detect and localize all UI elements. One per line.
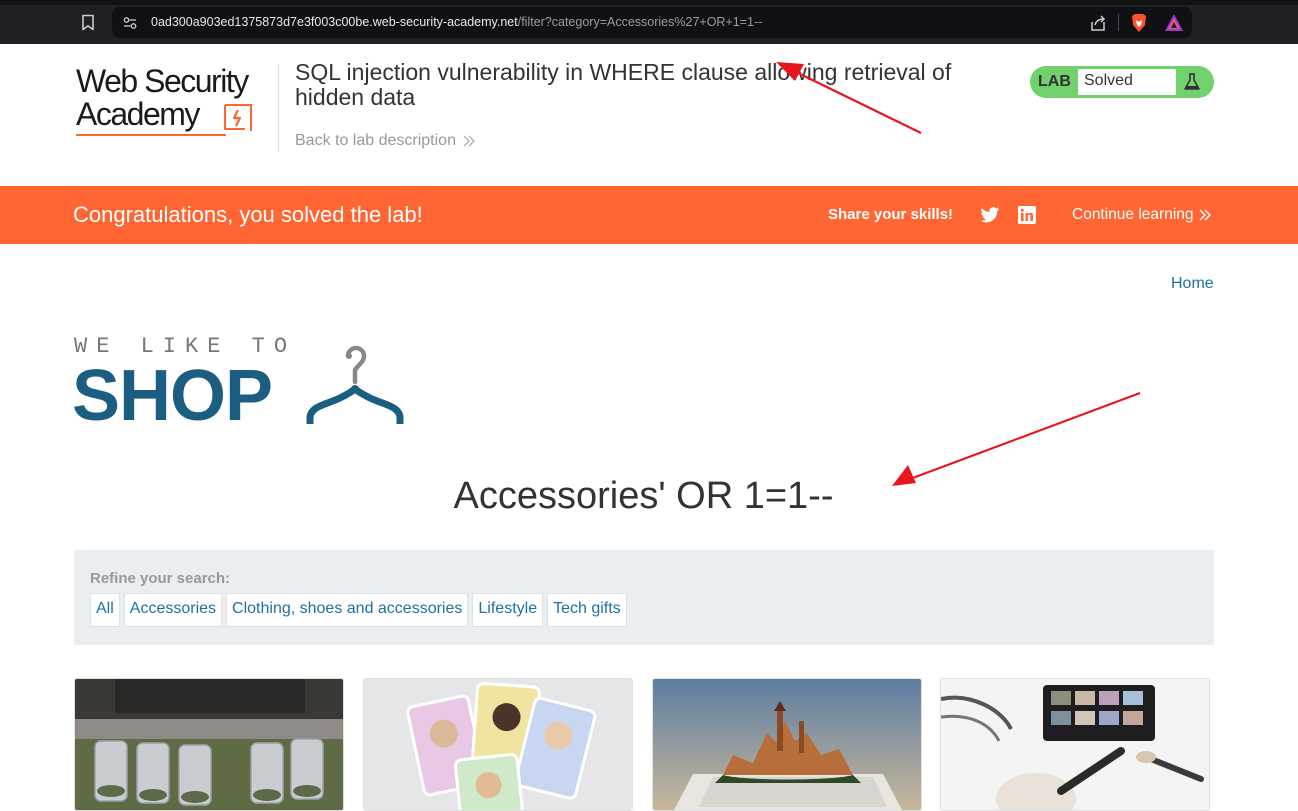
shop-logo[interactable]: WE LIKE TO SHOP: [72, 334, 434, 436]
category-filter-accessories[interactable]: Accessories: [123, 593, 223, 627]
filter-panel: Refine your search: All Accessories Clot…: [74, 550, 1214, 645]
share-skills-label: Share your skills!: [828, 206, 954, 223]
bookmark-icon[interactable]: [78, 12, 98, 32]
category-filter-lifestyle[interactable]: Lifestyle: [472, 593, 544, 627]
twitter-icon[interactable]: [980, 206, 1000, 224]
brave-rewards-icon[interactable]: [1164, 13, 1184, 32]
continue-learning-label: Continue learning: [1072, 206, 1194, 223]
annotation-arrow-heading: [892, 391, 1141, 486]
share-icon[interactable]: [1089, 14, 1107, 32]
tab-strip-edge: [0, 0, 1298, 5]
banner-title: Congratulations, you solved the lab!: [73, 202, 423, 227]
toolbar-divider: [1118, 14, 1119, 31]
double-chevron-right-icon: [1199, 209, 1211, 221]
double-chevron-right-icon: [463, 135, 475, 147]
shop-logo-word: SHOP: [72, 356, 273, 436]
back-to-description-link[interactable]: Back to lab description: [295, 132, 476, 150]
header-divider: [278, 64, 279, 152]
url-path: /filter?category=Accessories%27+OR+1=1--: [517, 15, 763, 29]
product-image-castle-phone[interactable]: [652, 678, 922, 811]
academy-logo[interactable]: Web Security Academy: [76, 64, 276, 140]
address-bar[interactable]: 0ad300a903ed1375873d7e3f003c00be.web-sec…: [112, 7, 1192, 38]
category-filter-tech-gifts[interactable]: Tech gifts: [547, 593, 627, 627]
url-text[interactable]: 0ad300a903ed1375873d7e3f003c00be.web-sec…: [151, 15, 762, 29]
category-filter-all[interactable]: All: [90, 593, 120, 627]
brave-shields-icon[interactable]: [1130, 13, 1148, 33]
academy-header: Web Security Academy SQL injection vulne…: [0, 44, 1298, 186]
lab-status-value: Solved: [1078, 69, 1176, 95]
product-grid: [74, 678, 1214, 811]
lab-title: SQL injection vulnerability in WHERE cla…: [295, 59, 952, 110]
browser-toolbar: 0ad300a903ed1375873d7e3f003c00be.web-sec…: [0, 0, 1298, 44]
category-filter-clothing[interactable]: Clothing, shoes and accessories: [226, 593, 469, 627]
refine-search-label: Refine your search:: [90, 570, 231, 587]
category-filter-list: All Accessories Clothing, shoes and acce…: [90, 593, 627, 627]
logo-text-line2: Academy: [76, 96, 200, 132]
flask-icon: [1182, 72, 1202, 92]
linkedin-icon[interactable]: [1018, 206, 1036, 224]
logo-text-line1: Web Security: [76, 63, 249, 99]
product-image-makeup[interactable]: [940, 678, 1210, 811]
lab-status-widget: LAB Solved: [1030, 66, 1214, 98]
lab-tag: LAB: [1038, 73, 1071, 90]
url-host: 0ad300a903ed1375873d7e3f003c00be.web-sec…: [151, 15, 518, 29]
site-settings-icon[interactable]: [122, 15, 138, 31]
logo-underline: [76, 134, 226, 136]
continue-learning-link[interactable]: Continue learning: [1072, 206, 1212, 224]
product-image-politician-cards[interactable]: [363, 678, 633, 811]
logo-mark-icon: [223, 101, 255, 133]
back-link-label: Back to lab description: [295, 132, 456, 149]
page-heading: Accessories' OR 1=1--: [453, 475, 834, 517]
home-link[interactable]: Home: [1171, 275, 1214, 293]
solved-banner: Congratulations, you solved the lab! Sha…: [0, 186, 1298, 244]
product-image-beer-belt[interactable]: [74, 678, 344, 811]
hanger-icon: [304, 336, 428, 430]
